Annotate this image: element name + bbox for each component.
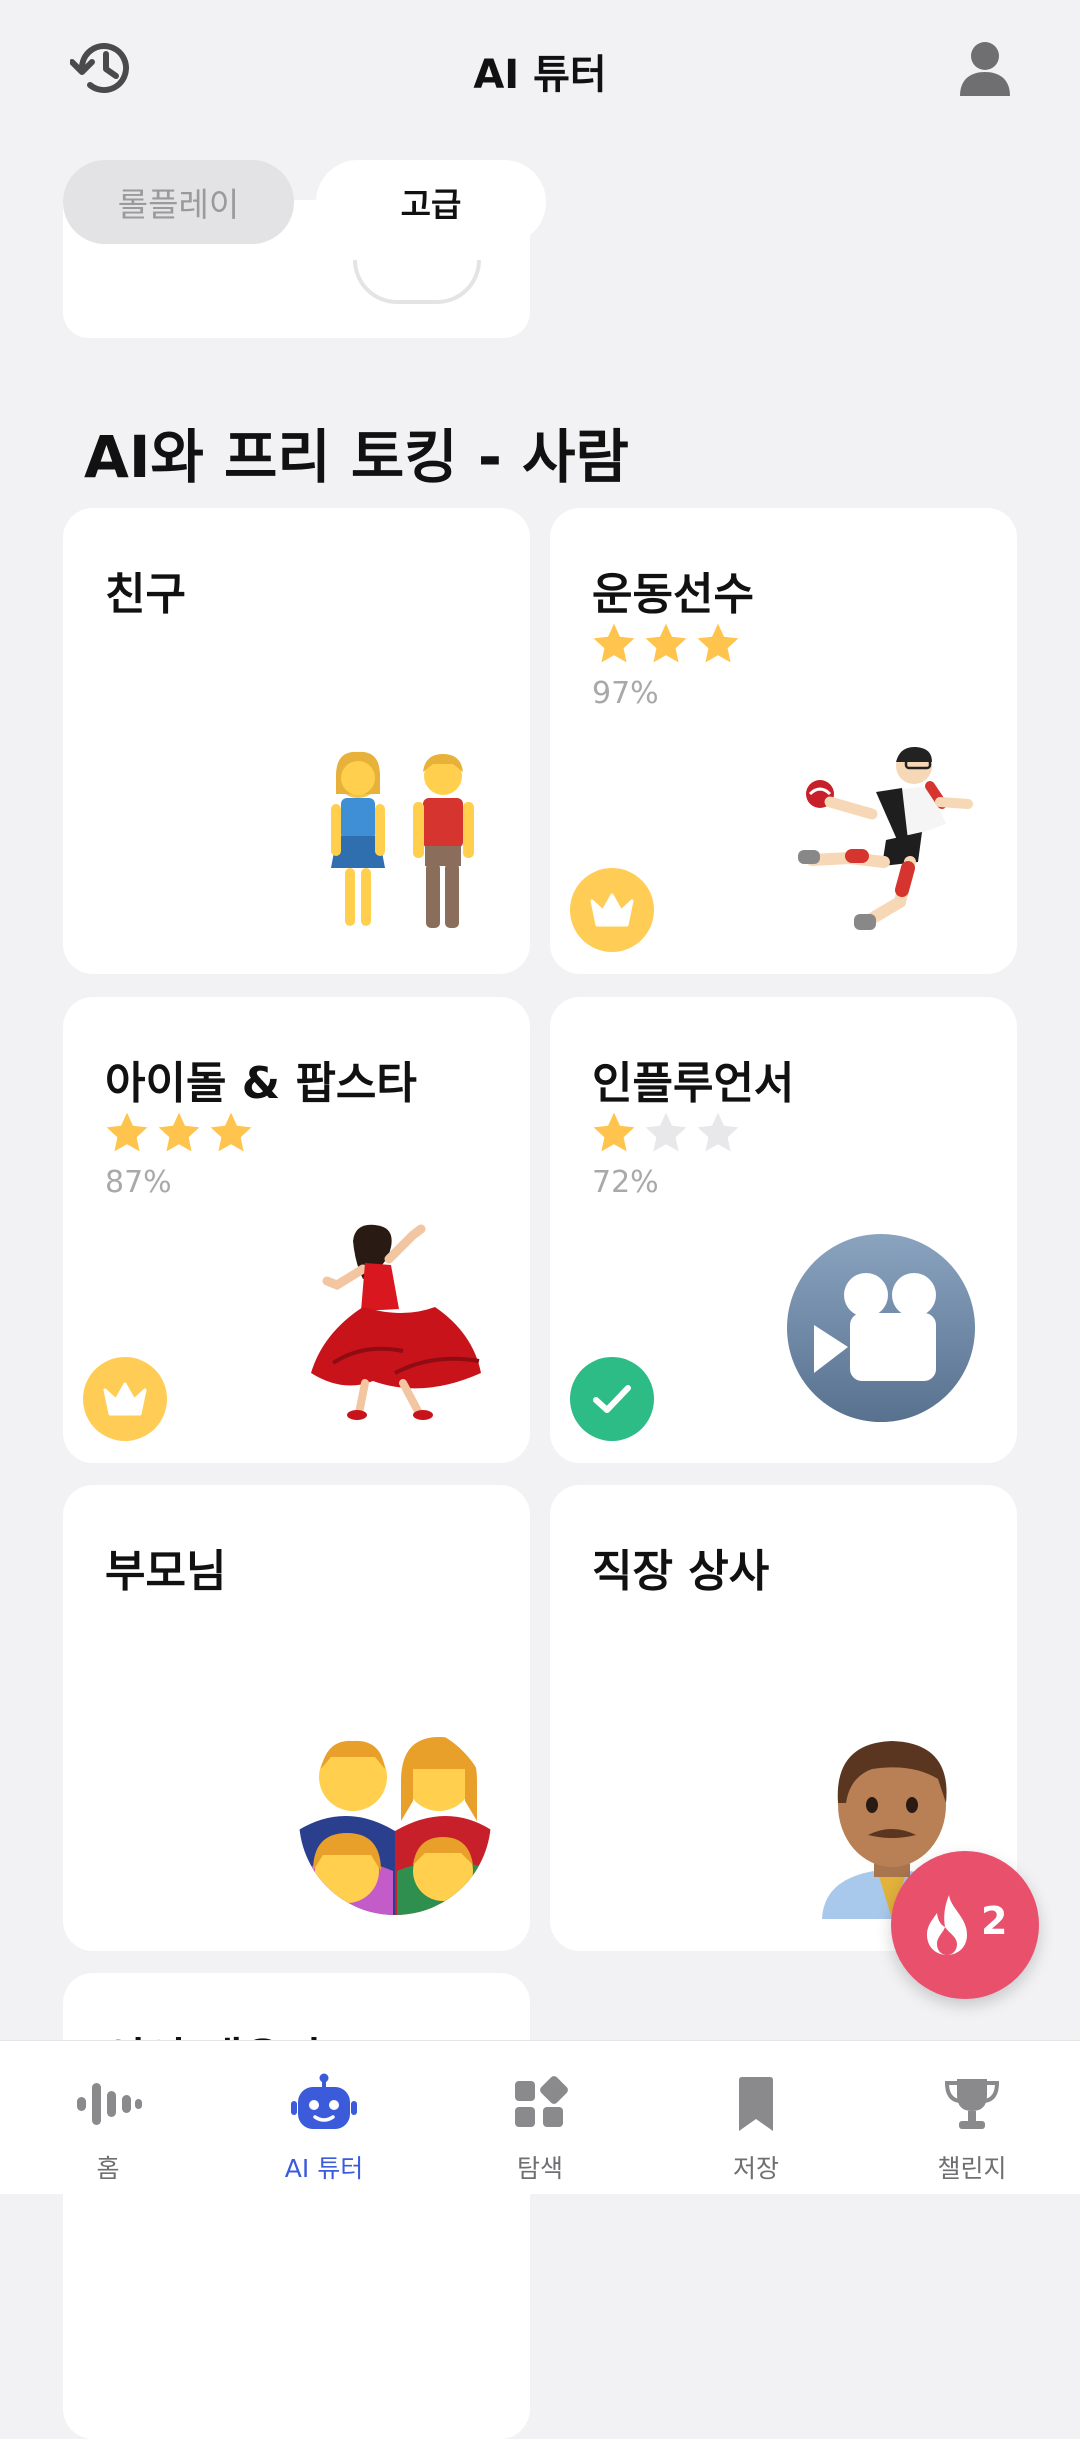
page-title: AI 튜터 [473, 52, 607, 98]
star-filled-icon [106, 1112, 148, 1152]
bookmark-icon [739, 2077, 773, 2131]
star-rating [590, 1109, 742, 1157]
card-idol-popstar[interactable]: 아이돌 & 팝스타 87% [63, 997, 530, 1463]
card-title: 인플루언서 [592, 1058, 795, 1109]
robot-icon [291, 2073, 357, 2129]
trophy-icon [944, 2079, 1000, 2129]
tab-label: 저장 [732, 2154, 779, 2183]
couple-emoji [331, 751, 474, 928]
tab-home[interactable]: 홈 [0, 2041, 216, 2194]
check-icon [570, 1357, 654, 1441]
tab-challenge[interactable]: 챌린지 [864, 2041, 1080, 2194]
progress-percent: 72% [592, 1165, 659, 1200]
star-filled-icon [593, 1112, 635, 1152]
progress-percent: 97% [592, 676, 659, 711]
card-art-partial [353, 260, 481, 304]
star-filled-icon [210, 1112, 252, 1152]
card-title: 친구 [105, 569, 186, 620]
card-title: 아이돌 & 팝스타 [105, 1058, 417, 1109]
star-empty-icon [645, 1112, 687, 1152]
app-header: AI 튜터 [0, 0, 1080, 135]
tab-label: 탐색 [516, 2154, 563, 2183]
section-title: AI와 프리 토킹 - 사람 [84, 423, 629, 491]
grid-explore-icon [515, 2076, 568, 2127]
crown-icon [570, 868, 654, 952]
tab-advanced[interactable]: 고급 [316, 160, 546, 244]
star-rating [590, 620, 742, 668]
dancer-emoji [311, 1224, 481, 1420]
tab-roleplay[interactable]: 롤플레이 [63, 160, 294, 244]
star-filled-icon [593, 623, 635, 663]
streak-count: 2 [981, 1899, 1008, 1943]
waveform-icon [77, 2083, 142, 2125]
tab-label: 챌린지 [937, 2154, 1007, 2183]
tab-saved[interactable]: 저장 [648, 2041, 864, 2194]
card-influencer[interactable]: 인플루언서 72% [550, 997, 1017, 1463]
tab-label: 홈 [96, 2154, 120, 2183]
card-parents[interactable]: 부모님 [63, 1485, 530, 1951]
streak-fab[interactable]: 2 [891, 1851, 1039, 1999]
card-title: 부모님 [105, 1546, 227, 1597]
card-friend[interactable]: 친구 [63, 508, 530, 974]
handball-player-emoji [798, 746, 973, 930]
card-title: 직장 상사 [592, 1546, 770, 1597]
tab-label: AI 튜터 [284, 2154, 364, 2183]
star-empty-icon [697, 1112, 739, 1152]
family-emoji [299, 1723, 491, 1915]
video-camera-icon [787, 1234, 975, 1422]
tab-explore[interactable]: 탐색 [432, 2041, 648, 2194]
star-filled-icon [645, 623, 687, 663]
card-athlete[interactable]: 운동선수 97% [550, 508, 1017, 974]
star-filled-icon [158, 1112, 200, 1152]
crown-icon [83, 1357, 167, 1441]
tab-ai-tutor[interactable]: AI 튜터 [216, 2041, 432, 2194]
star-filled-icon [697, 623, 739, 663]
progress-percent: 87% [105, 1165, 172, 1200]
card-title: 운동선수 [592, 569, 754, 620]
star-rating [103, 1109, 255, 1157]
bottom-tab-bar: 홈 AI 튜터 탐색 저장 챌린지 [0, 2040, 1080, 2194]
profile-icon[interactable] [958, 40, 1012, 98]
flame-icon [927, 1895, 967, 1955]
